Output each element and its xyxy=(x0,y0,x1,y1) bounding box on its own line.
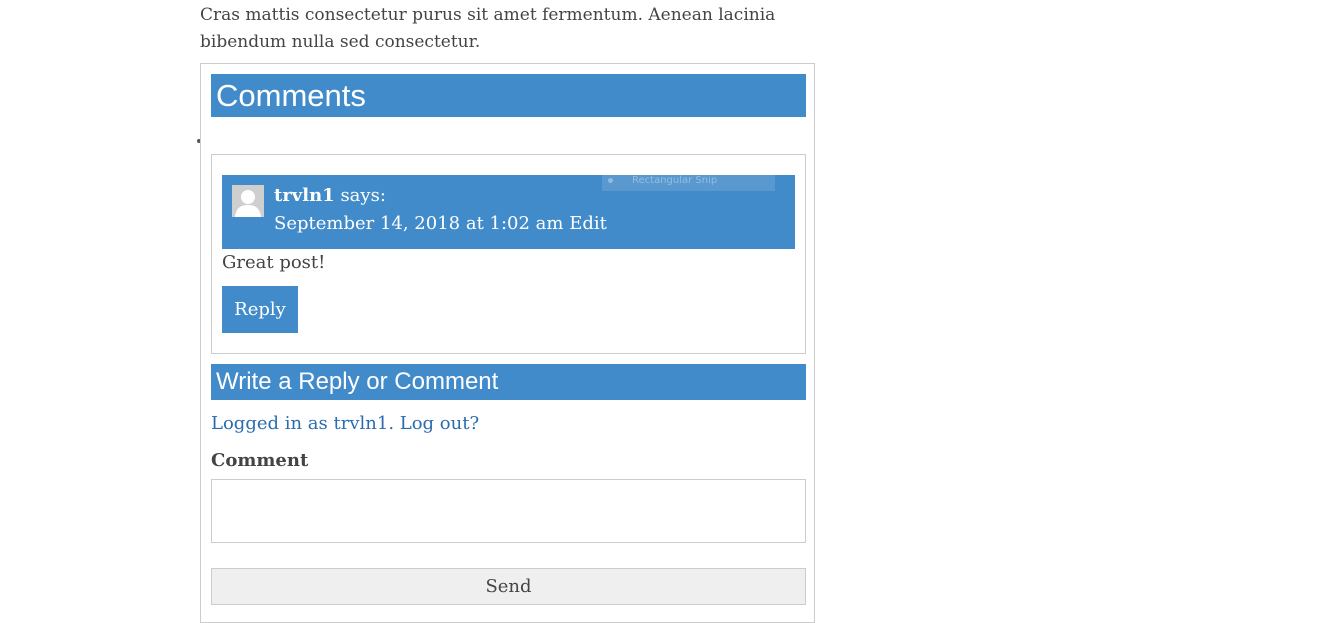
comment-date-line: September 14, 2018 at 1:02 am Edit xyxy=(274,212,607,236)
logged-in-prefix: Logged in as xyxy=(211,413,334,434)
comments-heading: Comments xyxy=(211,74,806,117)
post-intro-text: Cras mattis consectetur purus sit amet f… xyxy=(200,5,776,52)
comment-date-link[interactable]: September 14, 2018 at 1:02 am xyxy=(274,213,563,234)
comment-says: says: xyxy=(334,185,386,206)
comment-field-label: Comment xyxy=(211,450,309,471)
comment-author-line: trvln1 says: xyxy=(274,184,386,208)
comment-item: trvln1 says: September 14, 2018 at 1:02 … xyxy=(211,154,806,354)
reply-button[interactable]: Reply xyxy=(222,286,298,333)
comment-text: Great post! xyxy=(222,252,326,273)
snip-label: Rectangular Snip xyxy=(632,175,718,186)
logout-link[interactable]: Log out? xyxy=(400,413,479,434)
reply-heading: Write a Reply or Comment xyxy=(211,364,806,400)
snip-bullet-icon xyxy=(608,178,613,183)
profile-link[interactable]: trvln1 xyxy=(334,413,389,434)
user-icon xyxy=(232,185,264,217)
avatar xyxy=(232,185,264,217)
comments-section: Comments trvln1 says: September 14, 2018… xyxy=(200,63,815,623)
comment-author[interactable]: trvln1 xyxy=(274,185,335,206)
rectangular-snip-overlay: Rectangular Snip xyxy=(602,175,775,191)
send-button[interactable]: Send xyxy=(211,568,806,605)
logged-in-notice: Logged in as trvln1. Log out? xyxy=(211,413,480,434)
comment-meta: trvln1 says: September 14, 2018 at 1:02 … xyxy=(222,175,795,249)
comment-textarea[interactable] xyxy=(211,479,806,543)
comment-edit-link[interactable]: Edit xyxy=(569,213,607,234)
